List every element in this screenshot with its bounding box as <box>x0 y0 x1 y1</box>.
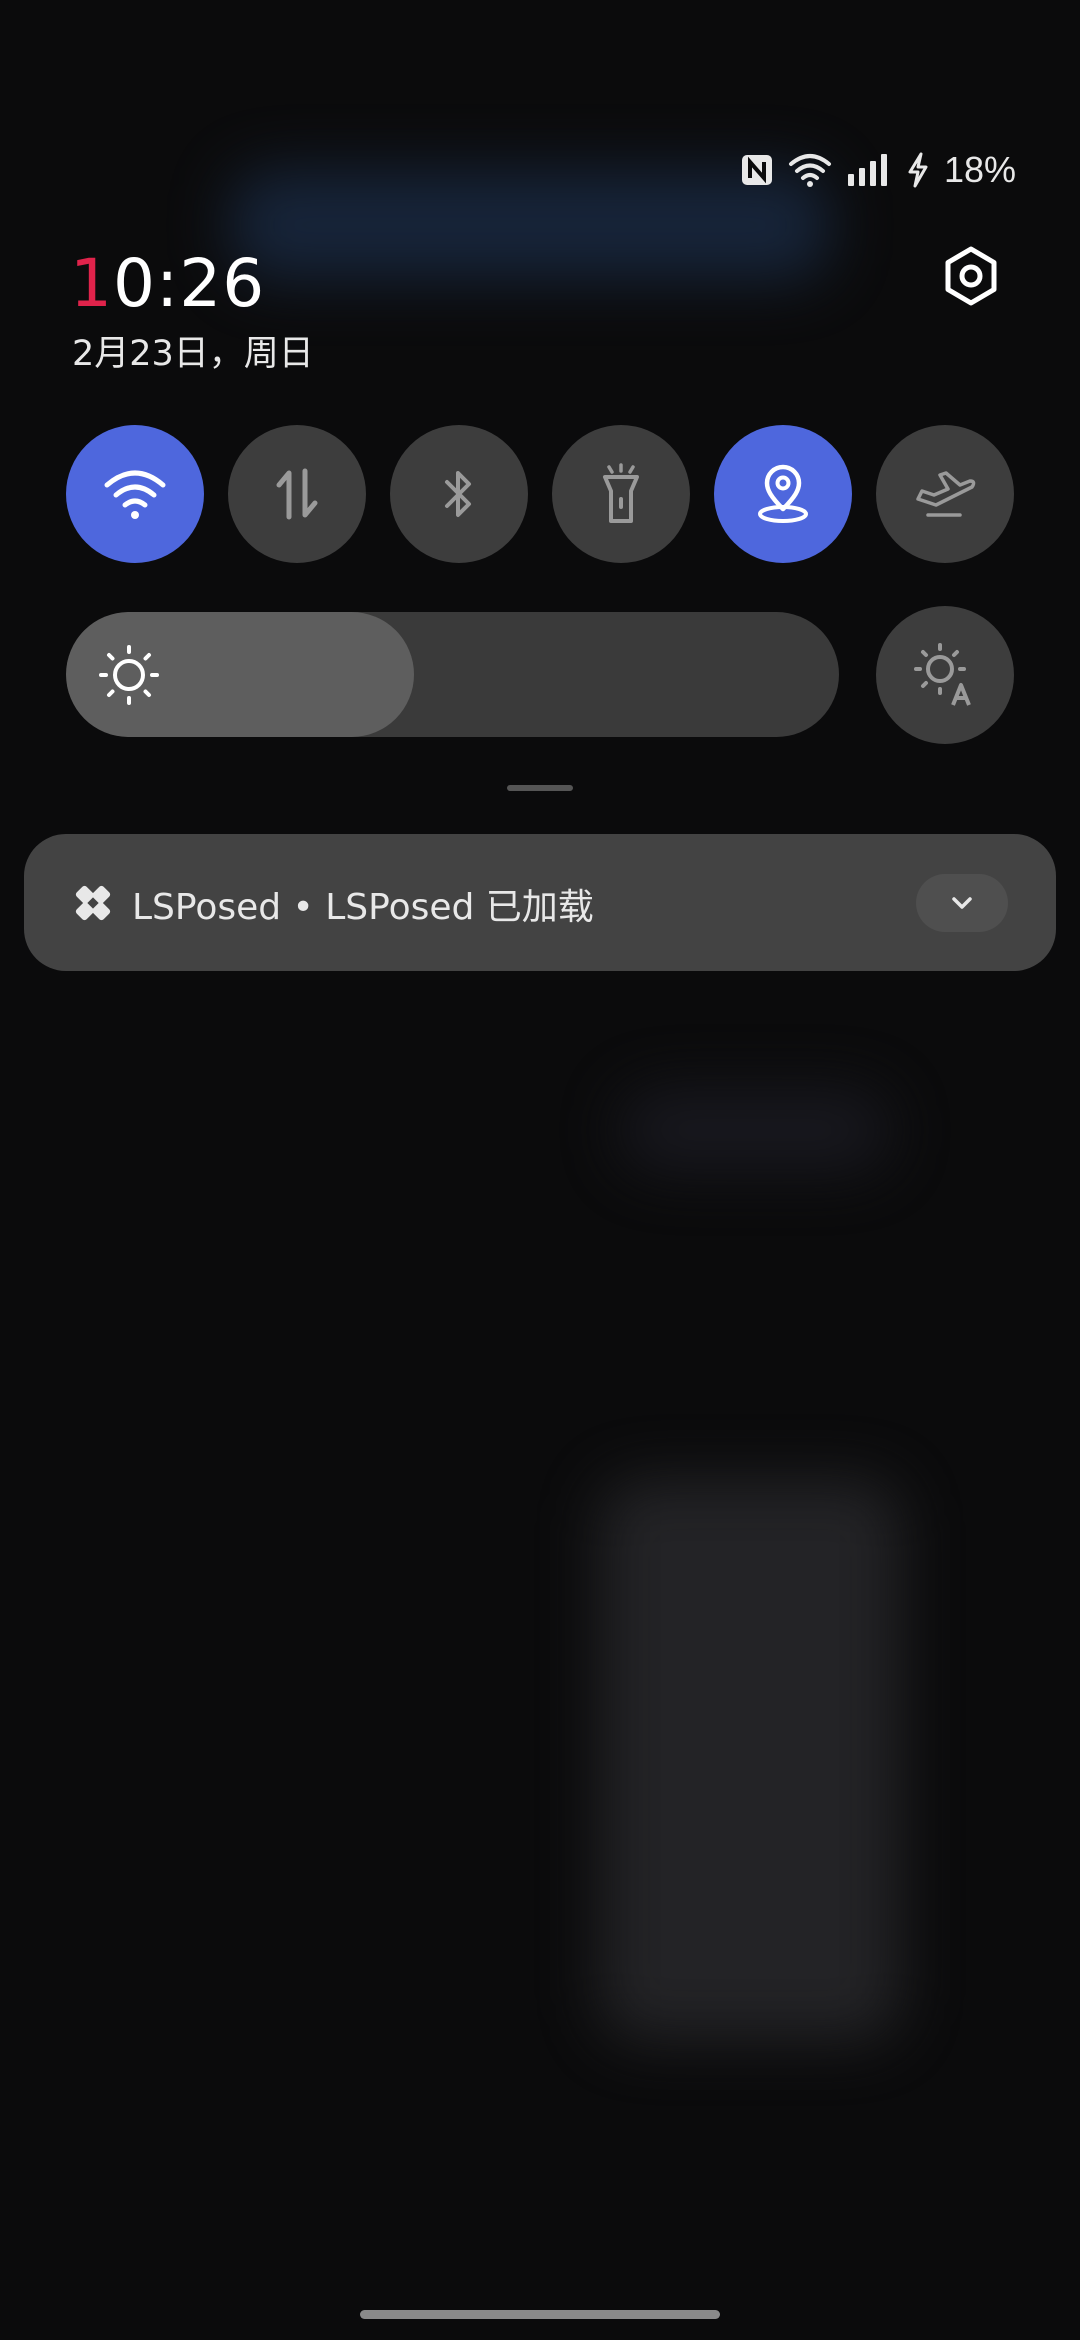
settings-button[interactable] <box>935 240 1007 312</box>
flashlight-icon <box>603 463 639 523</box>
status-bar: 18% <box>740 140 1016 200</box>
data-arrows-icon <box>276 468 318 520</box>
notification-card[interactable]: LSPosed • LSPosed 已加载 <box>24 834 1056 971</box>
chevron-down-icon <box>952 897 972 909</box>
brightness-slider[interactable] <box>66 612 839 737</box>
battery-percentage: 18% <box>943 149 1016 190</box>
background-blur <box>600 1480 900 2040</box>
clock-rest: 0:26 <box>113 245 266 322</box>
auto-brightness-icon <box>914 643 971 706</box>
clock-highlight-digit: 1 <box>70 245 113 322</box>
notification-expand-button[interactable] <box>916 874 1008 932</box>
panel-drag-handle[interactable] <box>507 785 573 791</box>
wifi-toggle[interactable] <box>66 425 204 563</box>
auto-brightness-button[interactable] <box>876 606 1014 744</box>
flashlight-toggle[interactable] <box>552 425 690 563</box>
wifi-icon <box>104 470 166 519</box>
lsposed-icon <box>75 885 111 921</box>
settings-hex-icon <box>945 246 997 306</box>
location-icon <box>758 464 808 523</box>
home-indicator[interactable] <box>360 2310 720 2319</box>
bluetooth-icon <box>445 471 471 517</box>
location-toggle[interactable] <box>714 425 852 563</box>
date-label[interactable]: 2月23日，周日 <box>72 325 314 376</box>
quick-toggles <box>66 425 1014 563</box>
airplane-mode-toggle[interactable] <box>876 425 1014 563</box>
charging-icon <box>908 152 928 188</box>
sun-icon <box>99 645 159 705</box>
notification-text: LSPosed • LSPosed 已加载 <box>132 887 594 928</box>
airplane-icon <box>916 471 976 517</box>
wifi-icon <box>788 154 831 187</box>
background-blur <box>620 1090 890 1170</box>
bluetooth-toggle[interactable] <box>390 425 528 563</box>
signal-icon <box>847 154 887 186</box>
nfc-icon <box>741 155 772 185</box>
mobile-data-toggle[interactable] <box>228 425 366 563</box>
clock[interactable]: 10:26 <box>70 245 265 322</box>
